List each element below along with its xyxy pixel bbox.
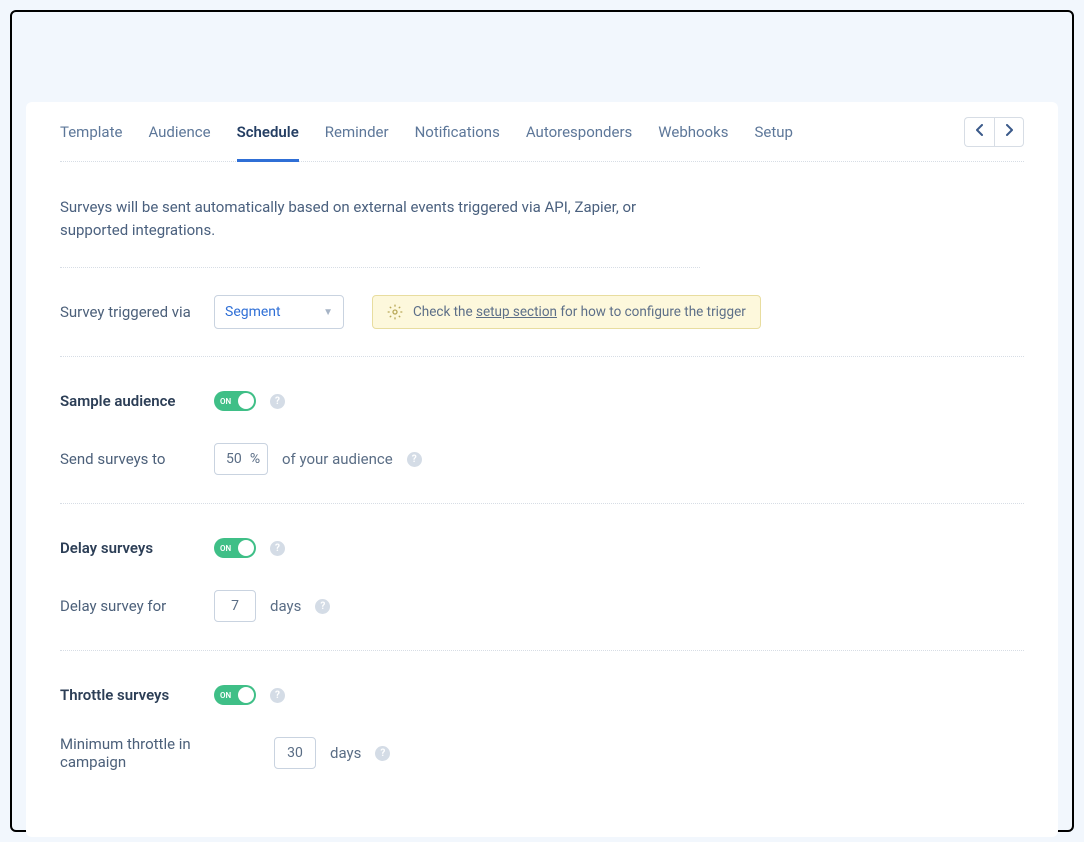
throttle-section: Throttle surveys ON ? Minimum throttle i… [60, 651, 1024, 797]
toggle-on-text: ON [220, 397, 231, 406]
callout-pre: Check the [413, 304, 473, 320]
help-icon[interactable]: ? [270, 541, 285, 556]
help-icon[interactable]: ? [270, 688, 285, 703]
nav-buttons [964, 117, 1024, 147]
schedule-description: Surveys will be sent automatically based… [60, 162, 700, 268]
delay-label: Delay survey for [60, 597, 200, 615]
tab-template[interactable]: Template [60, 102, 122, 161]
sample-title: Sample audience [60, 392, 200, 410]
trigger-section: Survey triggered via Segment ▼ Check the [60, 268, 1024, 357]
percent-unit: % [250, 451, 260, 467]
toggle-knob [238, 393, 254, 409]
toggle-on-text: ON [220, 544, 231, 553]
sample-value[interactable] [222, 451, 246, 467]
tabs: Template Audience Schedule Reminder Noti… [60, 102, 793, 161]
throttle-unit: days [330, 744, 361, 762]
toggle-knob [238, 687, 254, 703]
sample-percent-input[interactable]: % [214, 443, 268, 475]
trigger-dropdown[interactable]: Segment ▼ [214, 295, 344, 329]
prev-button[interactable] [964, 117, 994, 147]
setup-section-link[interactable]: setup section [476, 304, 557, 320]
throttle-value[interactable] [283, 745, 307, 761]
delay-title: Delay surveys [60, 539, 200, 557]
trigger-label: Survey triggered via [60, 303, 200, 321]
delay-toggle[interactable]: ON [214, 538, 256, 558]
help-icon[interactable]: ? [270, 394, 285, 409]
sample-toggle[interactable]: ON [214, 391, 256, 411]
throttle-toggle[interactable]: ON [214, 685, 256, 705]
sample-section: Sample audience ON ? Send surveys to % o… [60, 357, 1024, 504]
delay-days-input[interactable] [214, 590, 256, 622]
caret-down-icon: ▼ [323, 307, 333, 318]
setup-callout: Check the setup section for how to confi… [372, 295, 761, 329]
help-icon[interactable]: ? [407, 452, 422, 467]
throttle-title: Throttle surveys [60, 686, 200, 704]
tab-webhooks[interactable]: Webhooks [658, 102, 728, 161]
help-icon[interactable]: ? [315, 599, 330, 614]
next-button[interactable] [994, 117, 1024, 147]
toggle-knob [238, 540, 254, 556]
tab-schedule[interactable]: Schedule [237, 102, 299, 161]
help-icon[interactable]: ? [375, 746, 390, 761]
delay-section: Delay surveys ON ? Delay survey for days… [60, 504, 1024, 651]
callout-post: for how to configure the trigger [560, 304, 746, 320]
tab-notifications[interactable]: Notifications [415, 102, 500, 161]
tab-audience[interactable]: Audience [148, 102, 210, 161]
delay-unit: days [270, 597, 301, 615]
tab-reminder[interactable]: Reminder [325, 102, 389, 161]
delay-value[interactable] [223, 598, 247, 614]
trigger-value: Segment [225, 304, 281, 320]
tab-setup[interactable]: Setup [754, 102, 792, 161]
gear-icon [387, 304, 403, 320]
chevron-left-icon [976, 124, 984, 140]
sample-suffix: of your audience [282, 450, 393, 468]
send-surveys-label: Send surveys to [60, 450, 200, 468]
tabs-row: Template Audience Schedule Reminder Noti… [60, 102, 1024, 162]
chevron-right-icon [1005, 124, 1013, 140]
tab-autoresponders[interactable]: Autoresponders [526, 102, 632, 161]
throttle-days-input[interactable] [274, 737, 316, 769]
toggle-on-text: ON [220, 691, 231, 700]
throttle-label: Minimum throttle in campaign [60, 735, 260, 771]
